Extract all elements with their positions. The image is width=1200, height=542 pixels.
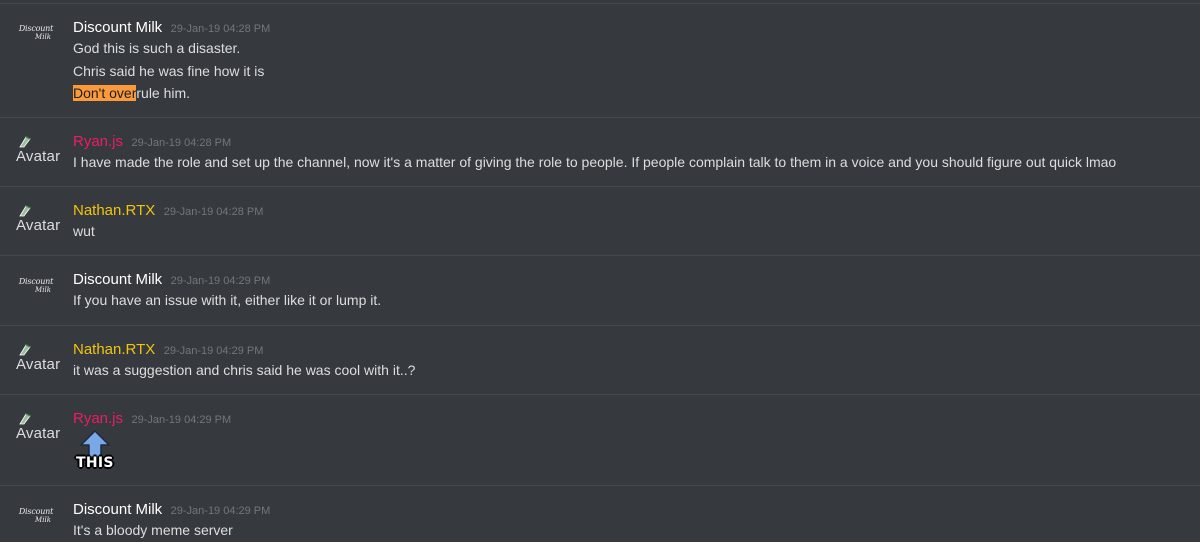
broken-avatar: Avatar — [16, 135, 68, 175]
discount-milk-logo: Discount Milk — [18, 277, 54, 294]
username[interactable]: Discount Milk — [73, 19, 162, 36]
timestamp: 29-Jan-19 04:28 PM — [163, 206, 264, 218]
broken-avatar: Avatar — [16, 204, 68, 244]
message-group: Discount Milk Discount Milk 29-Jan-19 04… — [0, 485, 1200, 542]
message-header: Discount Milk 29-Jan-19 04:28 PM — [73, 19, 270, 37]
broken-avatar: Avatar — [16, 412, 68, 452]
username[interactable]: Ryan.js — [73, 133, 123, 150]
message-group: Avatar Nathan.RTX 29-Jan-19 04:28 PM wut — [0, 186, 1200, 256]
avatar[interactable]: Discount Milk — [16, 277, 62, 317]
message-header: Nathan.RTX 29-Jan-19 04:29 PM — [73, 341, 263, 359]
broken-avatar: Avatar — [16, 343, 68, 383]
avatar[interactable]: Avatar — [16, 343, 62, 383]
discount-milk-logo: Discount Milk — [18, 24, 54, 41]
username[interactable]: Discount Milk — [73, 271, 162, 288]
timestamp: 29-Jan-19 04:29 PM — [131, 414, 232, 426]
message-group: Discount Milk Discount Milk 29-Jan-19 04… — [0, 255, 1200, 326]
timestamp: 29-Jan-19 04:29 PM — [170, 275, 271, 287]
timestamp: 29-Jan-19 04:28 PM — [131, 137, 232, 149]
message-group: Avatar Nathan.RTX 29-Jan-19 04:29 PM it … — [0, 325, 1200, 395]
highlighted-text: Don't over — [73, 85, 137, 101]
chat-log: Discount Milk Discount Milk 29-Jan-19 04… — [0, 0, 1200, 542]
message-text: It's a bloody meme server — [73, 522, 233, 538]
message-text: God this is such a disaster. — [73, 40, 241, 56]
avatar[interactable]: Avatar — [16, 135, 62, 175]
message-header: Nathan.RTX 29-Jan-19 04:28 PM — [73, 202, 263, 220]
message-group: Avatar Ryan.js 29-Jan-19 04:29 PM — [0, 394, 1200, 486]
timestamp: 29-Jan-19 04:28 PM — [170, 23, 271, 35]
username[interactable]: Ryan.js — [73, 410, 123, 427]
timestamp: 29-Jan-19 04:29 PM — [170, 505, 271, 517]
avatar[interactable]: Discount Milk — [16, 507, 62, 542]
message-text: If you have an issue with it, either lik… — [73, 292, 382, 308]
message-text: wut — [73, 223, 95, 239]
broken-image-icon — [19, 136, 31, 148]
broken-image-icon — [19, 205, 31, 217]
message-text: I have made the role and set up the chan… — [73, 154, 1117, 170]
message-header: Ryan.js 29-Jan-19 04:28 PM — [73, 133, 231, 151]
message-text: Chris said he was fine how it is — [73, 63, 265, 79]
avatar[interactable]: Avatar — [16, 412, 62, 452]
this-annotation: THIS — [74, 430, 120, 474]
message-header: Discount Milk 29-Jan-19 04:29 PM — [73, 271, 270, 289]
avatar[interactable]: Discount Milk — [16, 24, 62, 64]
broken-image-icon — [19, 413, 31, 425]
discount-milk-logo: Discount Milk — [18, 507, 54, 524]
text-remainder: rule him. — [136, 85, 191, 101]
username[interactable]: Nathan.RTX — [73, 341, 155, 358]
this-label: THIS — [76, 455, 114, 471]
message-group: Avatar Ryan.js 29-Jan-19 04:28 PM I have… — [0, 117, 1200, 187]
message-text-highlighted: Don't overrule him. — [73, 85, 190, 101]
message-group: Discount Milk Discount Milk 29-Jan-19 04… — [0, 3, 1200, 118]
message-text: it was a suggestion and chris said he wa… — [73, 362, 416, 378]
message-header: Ryan.js 29-Jan-19 04:29 PM — [73, 410, 231, 428]
username[interactable]: Nathan.RTX — [73, 202, 155, 219]
message-header: Discount Milk 29-Jan-19 04:29 PM — [73, 501, 270, 519]
username[interactable]: Discount Milk — [73, 501, 162, 518]
timestamp: 29-Jan-19 04:29 PM — [163, 345, 264, 357]
avatar[interactable]: Avatar — [16, 204, 62, 244]
broken-image-icon — [19, 344, 31, 356]
